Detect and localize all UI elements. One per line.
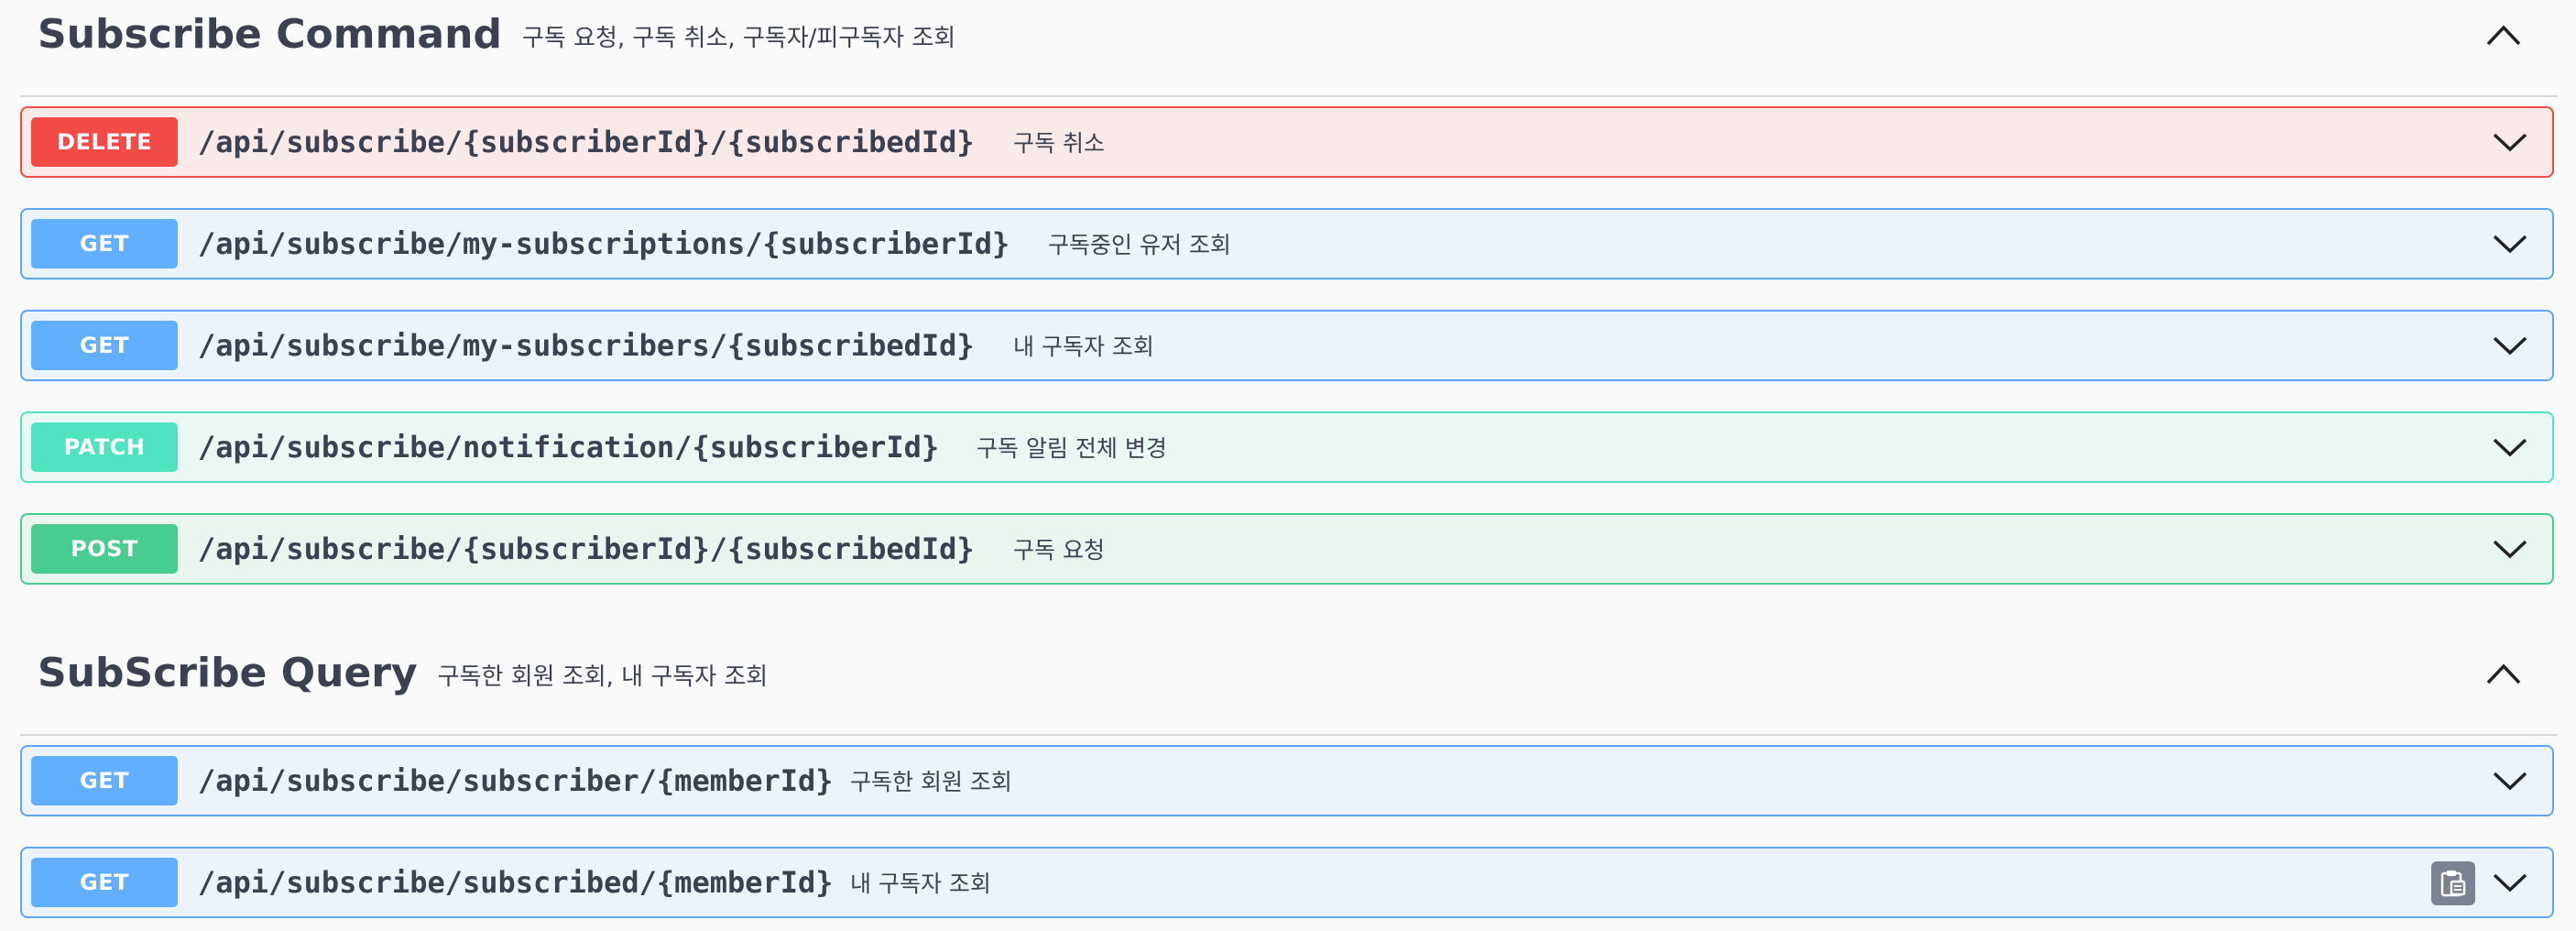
operation-get-subscriber[interactable]: GET /api/subscribe/subscriber/{memberId}… [20,745,2554,816]
operation-summary: 내 구독자 조회 [850,871,991,897]
operation-post-subscribe[interactable]: POST /api/subscribe/{subscriberId}/{subs… [20,513,2554,585]
clipboard-icon [2440,871,2466,897]
chevron-down-icon[interactable] [2492,128,2528,156]
tag-title[interactable]: SubScribe Query 구독한 회원 조회, 내 구독자 조회 [38,639,768,706]
operation-path[interactable]: /api/subscribe/subscribed/{memberId} [198,849,834,916]
operation-get-subscribed[interactable]: GET /api/subscribe/subscribed/{memberId}… [20,847,2554,918]
chevron-up-icon[interactable] [2484,18,2523,49]
copy-to-clipboard-button[interactable] [2431,861,2475,905]
method-badge: GET [31,756,178,805]
method-badge: DELETE [31,117,178,167]
method-badge: GET [31,858,178,907]
operation-path[interactable]: /api/subscribe/notification/{subscriberI… [198,413,939,481]
tag-name[interactable]: SubScribe Query [38,650,418,696]
tag-section-subscribe-query: SubScribe Query 구독한 회원 조회, 내 구독자 조회 [20,639,2558,736]
operation-path[interactable]: /api/subscribe/my-subscriptions/{subscri… [198,210,1010,278]
method-badge: PATCH [31,422,178,472]
operation-patch-notification[interactable]: PATCH /api/subscribe/notification/{subsc… [20,411,2554,483]
operation-path[interactable]: /api/subscribe/subscriber/{memberId} [198,747,834,815]
operation-summary: 구독 취소 [1013,130,1105,157]
operation-get-my-subscriptions[interactable]: GET /api/subscribe/my-subscriptions/{sub… [20,208,2554,279]
method-badge: GET [31,321,178,370]
operation-get-my-subscribers[interactable]: GET /api/subscribe/my-subscribers/{subsc… [20,310,2554,381]
chevron-down-icon[interactable] [2492,767,2528,794]
chevron-down-icon[interactable] [2492,230,2528,257]
method-badge: POST [31,524,178,574]
operation-path[interactable]: /api/subscribe/{subscriberId}/{subscribe… [198,515,975,583]
operation-summary: 구독중인 유저 조회 [1048,232,1231,258]
tag-description: 구독 요청, 구독 취소, 구독자/피구독자 조회 [521,24,956,52]
method-badge: GET [31,219,178,268]
operation-path[interactable]: /api/subscribe/{subscriberId}/{subscribe… [198,108,975,176]
chevron-down-icon[interactable] [2492,869,2528,896]
tag-section-subscribe-command: Subscribe Command 구독 요청, 구독 취소, 구독자/피구독자… [20,0,2558,97]
operation-summary: 구독 알림 전체 변경 [977,435,1167,462]
chevron-down-icon[interactable] [2492,433,2528,461]
chevron-up-icon[interactable] [2484,657,2523,688]
chevron-down-icon[interactable] [2492,535,2528,563]
tag-header[interactable]: Subscribe Command 구독 요청, 구독 취소, 구독자/피구독자… [20,0,2558,97]
operation-summary: 내 구독자 조회 [1013,334,1154,360]
tag-name[interactable]: Subscribe Command [38,11,502,58]
operation-summary: 구독한 회원 조회 [850,769,1012,795]
tag-description: 구독한 회원 조회, 내 구독자 조회 [437,663,769,691]
chevron-down-icon[interactable] [2492,332,2528,359]
tag-header[interactable]: SubScribe Query 구독한 회원 조회, 내 구독자 조회 [20,639,2558,736]
tag-title[interactable]: Subscribe Command 구독 요청, 구독 취소, 구독자/피구독자… [38,0,955,68]
operation-path[interactable]: /api/subscribe/my-subscribers/{subscribe… [198,312,975,379]
operation-delete-subscribe[interactable]: DELETE /api/subscribe/{subscriberId}/{su… [20,106,2554,178]
operation-summary: 구독 요청 [1013,537,1105,564]
